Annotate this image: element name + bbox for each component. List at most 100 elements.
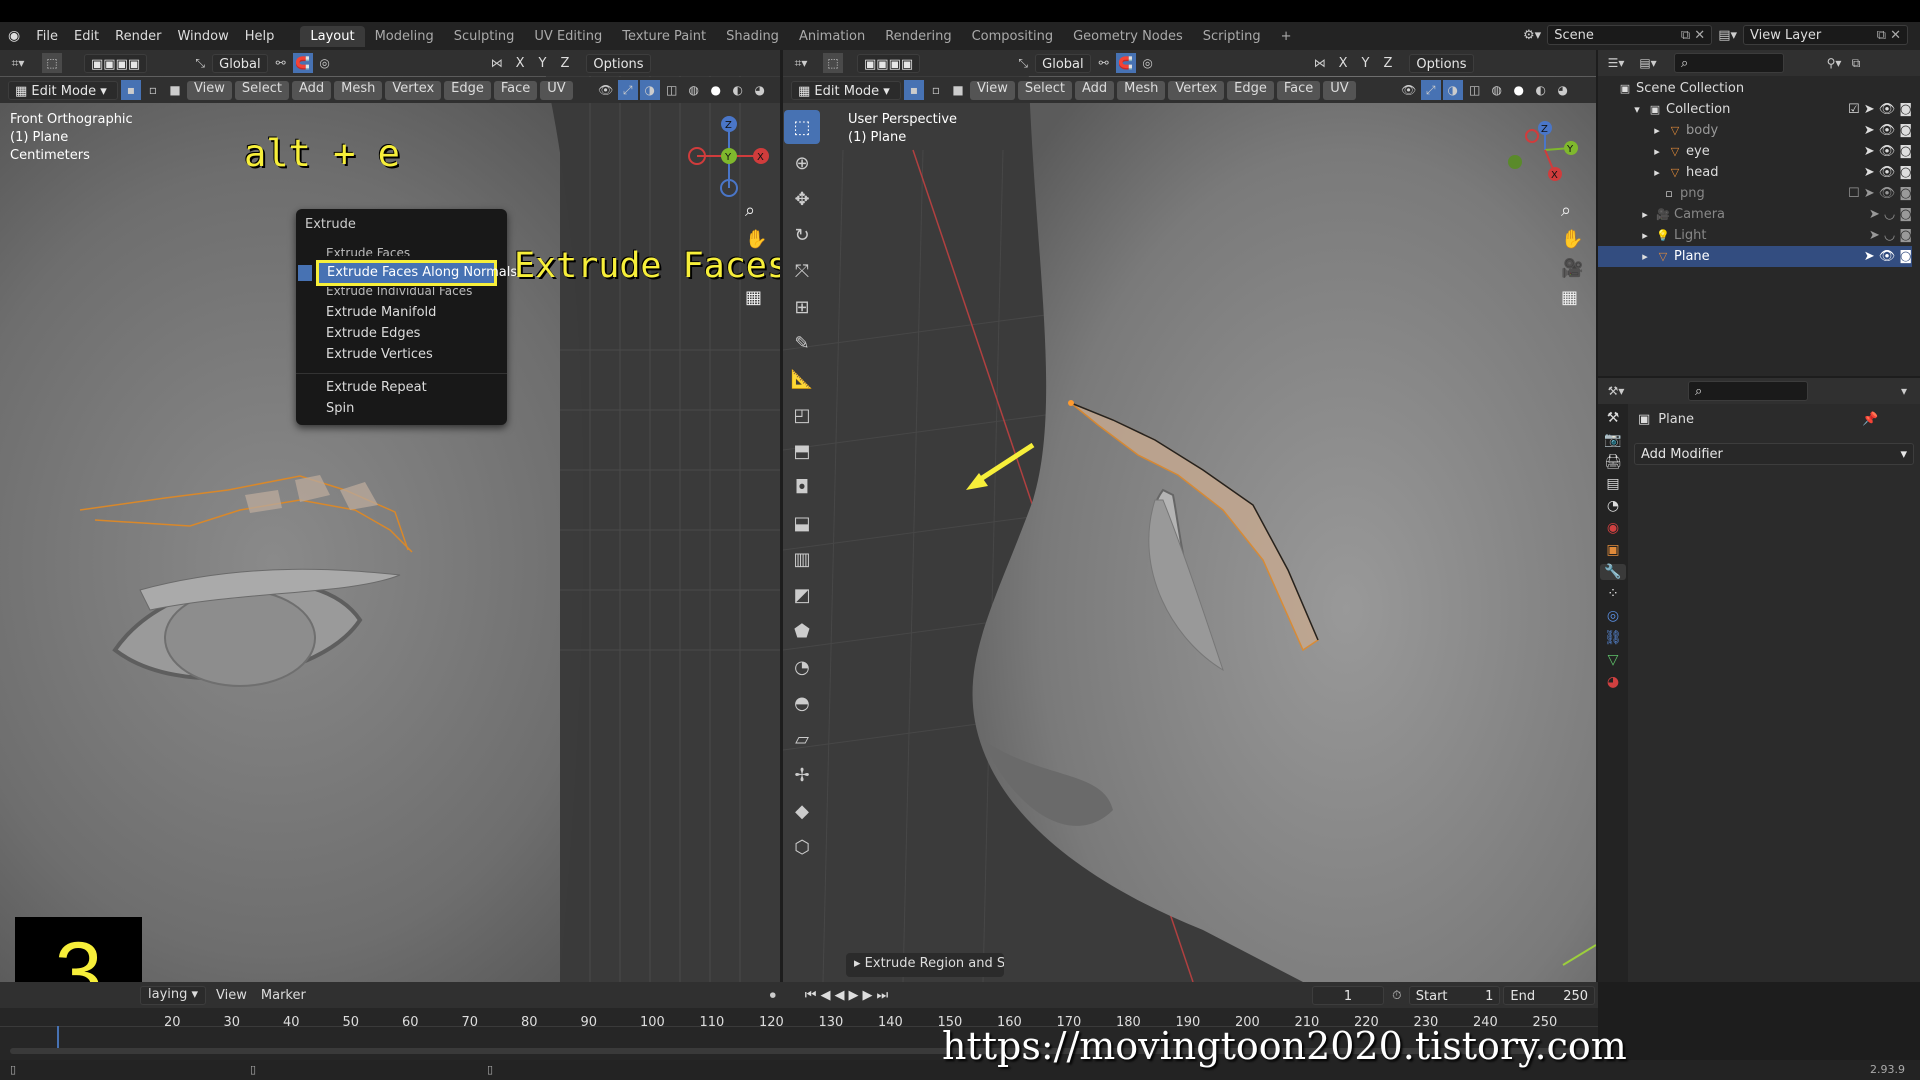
vertex-select-icon[interactable]: ▪ <box>121 80 141 100</box>
rip-tool-icon[interactable]: ⬡ <box>784 830 820 864</box>
spin-tool-icon[interactable]: ◔ <box>784 650 820 684</box>
bevel-tool-icon[interactable]: ⬓ <box>784 506 820 540</box>
shading-solid-icon[interactable]: ● <box>706 80 726 100</box>
end-frame-field[interactable]: End 250 <box>1503 985 1596 1005</box>
menu-file[interactable]: File <box>28 29 66 44</box>
workspace-tab[interactable]: Layout <box>300 25 365 47</box>
gizmo-toggle-icon[interactable]: ⤢ <box>617 80 638 100</box>
menu-edit[interactable]: Edit <box>66 29 107 44</box>
menu-item-extrude-repeat[interactable]: Extrude Repeat <box>326 380 427 395</box>
workspace-tab[interactable]: Shading <box>716 26 789 47</box>
move-tool-icon[interactable]: ✥ <box>784 182 820 216</box>
edge-select-icon[interactable]: ▫ <box>926 80 946 100</box>
outliner-object-plane[interactable]: ▸ ▽ Plane ➤ 👁 ◙ <box>1598 246 1912 267</box>
outliner-object-head[interactable]: ▸ ▽ head ➤ 👁 ◙ <box>1618 162 1912 183</box>
properties-editor-icon[interactable]: ⚒▾ <box>1606 381 1626 401</box>
particles-tab-icon[interactable]: ⁘ <box>1607 586 1619 602</box>
proportional-edit-icon[interactable]: ◎ <box>315 53 335 73</box>
knife-tool-icon[interactable]: ◩ <box>784 578 820 612</box>
menu-uv[interactable]: UV <box>540 80 573 100</box>
playhead[interactable] <box>57 1026 59 1048</box>
row-toggles[interactable]: ➤ ◡ ◙ <box>1869 228 1912 243</box>
face-select-icon[interactable]: ■ <box>948 80 968 100</box>
axis-y[interactable]: Y <box>1355 56 1377 71</box>
row-toggles[interactable]: ➤ 👁 ◙ <box>1864 144 1912 159</box>
shading-material-icon[interactable]: ◐ <box>1531 80 1551 100</box>
start-frame-field[interactable]: Start 1 <box>1408 985 1501 1005</box>
render-tab-icon[interactable]: 📷 <box>1604 432 1621 448</box>
pin-icon[interactable]: 📌 <box>1862 412 1878 427</box>
workspace-tab[interactable]: Compositing <box>962 26 1064 47</box>
gizmo-neg-y-axis[interactable] <box>1508 155 1522 169</box>
menu-add[interactable]: Add <box>291 80 332 100</box>
shrink-fatten-tool-icon[interactable]: ✢ <box>784 758 820 792</box>
shading-material-icon[interactable]: ◐ <box>728 80 748 100</box>
options-dropdown[interactable]: Options <box>1409 53 1474 73</box>
shading-render-icon[interactable]: ◕ <box>750 80 770 100</box>
mode-dropdown[interactable]: ▦ Edit Mode ▾ <box>791 80 901 100</box>
options-dropdown[interactable]: Options <box>586 53 651 73</box>
properties-search-field[interactable]: ⌕ <box>1688 381 1808 401</box>
tool-tab-icon[interactable]: ⚒ <box>1607 410 1620 426</box>
smooth-tool-icon[interactable]: ◓ <box>784 686 820 720</box>
workspace-tab[interactable]: Geometry Nodes <box>1063 26 1193 47</box>
outliner-object-light[interactable]: ▸ 💡 Light ➤ ◡ ◙ <box>1618 225 1912 246</box>
workspace-tab[interactable]: Animation <box>789 26 875 47</box>
axis-x[interactable]: X <box>1332 56 1355 71</box>
zoom-icon[interactable]: ⌕ <box>1561 200 1583 221</box>
snap-icon[interactable]: 🧲 <box>292 53 313 73</box>
scene-field[interactable]: Scene ⧉ ✕ <box>1547 25 1713 45</box>
row-toggles[interactable]: ➤ ◡ ◙ <box>1869 207 1912 222</box>
menu-edge[interactable]: Edge <box>444 80 491 100</box>
snap-icon[interactable]: 🧲 <box>1115 53 1136 73</box>
axis-x[interactable]: X <box>509 56 532 71</box>
view-layer-tab-icon[interactable]: ▤ <box>1606 476 1619 492</box>
timeline-marker-menu[interactable]: Marker <box>254 988 313 1003</box>
row-toggles[interactable]: ☐ ➤ 👁 ◙ <box>1848 186 1912 201</box>
measure-tool-icon[interactable]: 📐 <box>784 362 820 396</box>
menu-item-spin[interactable]: Spin <box>326 401 354 416</box>
menu-item-extrude-vertices[interactable]: Extrude Vertices <box>326 347 433 362</box>
camera-view-icon[interactable]: 🎥 <box>1561 258 1583 279</box>
pan-hand-icon[interactable]: ✋ <box>1561 229 1583 250</box>
outliner-object-body[interactable]: ▸ ▽ body ➤ 👁 ◙ <box>1618 120 1912 141</box>
physics-tab-icon[interactable]: ◎ <box>1607 608 1619 624</box>
object-tab-icon[interactable]: ▣ <box>1606 542 1619 558</box>
select-tool-icon[interactable]: ⬚ <box>42 53 62 73</box>
menu-item-extrude-manifold[interactable]: Extrude Manifold <box>326 305 436 320</box>
constraints-tab-icon[interactable]: ⛓ <box>1604 630 1622 646</box>
extrude-tool-icon[interactable]: ⬒ <box>784 434 820 468</box>
menu-add[interactable]: Add <box>1074 80 1115 100</box>
shear-tool-icon[interactable]: ◆ <box>784 794 820 828</box>
outliner-object-png[interactable]: ▫ png ☐ ➤ 👁 ◙ <box>1618 183 1912 204</box>
scene-icon[interactable]: ⚙▾ <box>1523 28 1541 43</box>
menu-view[interactable]: View <box>970 80 1015 100</box>
scene-tab-icon[interactable]: ◔ <box>1607 498 1619 514</box>
menu-window[interactable]: Window <box>169 29 236 44</box>
view-layer-icon[interactable]: ▤▾ <box>1718 28 1737 43</box>
add-cube-tool-icon[interactable]: ◰ <box>784 398 820 432</box>
view-layer-field[interactable]: View Layer ⧉ ✕ <box>1743 25 1908 45</box>
outliner-search-field[interactable]: ⌕ <box>1674 53 1784 73</box>
row-toggles[interactable]: ➤ 👁 ◙ <box>1864 249 1912 264</box>
display-mode-icon[interactable]: ▤▾ <box>1638 53 1658 73</box>
axis-y[interactable]: Y <box>532 56 554 71</box>
select-mode-buttons[interactable]: ▣▣▣▣ <box>84 53 148 73</box>
menu-face[interactable]: Face <box>493 80 538 100</box>
editor-type-icon[interactable]: ⌗▾ <box>8 53 28 73</box>
workspace-tab[interactable]: Modeling <box>365 26 444 47</box>
workspace-tab[interactable]: Texture Paint <box>612 26 716 47</box>
axis-z[interactable]: Z <box>553 56 576 71</box>
ortho-grid-icon[interactable]: ▦ <box>1561 287 1583 308</box>
output-tab-icon[interactable]: 🖨 <box>1604 454 1622 470</box>
visibility-icon[interactable]: 👁 <box>1399 80 1419 100</box>
filter-icon[interactable]: ⚲▾ <box>1824 53 1844 73</box>
playback-controls[interactable]: ⏮◀◀▶▶⏭ <box>805 988 892 1003</box>
poly-build-tool-icon[interactable]: ⬟ <box>784 614 820 648</box>
visibility-icon[interactable]: 👁 <box>596 80 616 100</box>
row-toggles[interactable]: ☑ ➤ 👁 ◙ <box>1848 102 1912 117</box>
pivot-icon[interactable]: ⚯ <box>271 53 291 73</box>
menu-uv[interactable]: UV <box>1323 80 1356 100</box>
right-nav-gizmo[interactable]: Z Y X <box>1500 118 1590 208</box>
xray-icon[interactable]: ◫ <box>662 80 682 100</box>
